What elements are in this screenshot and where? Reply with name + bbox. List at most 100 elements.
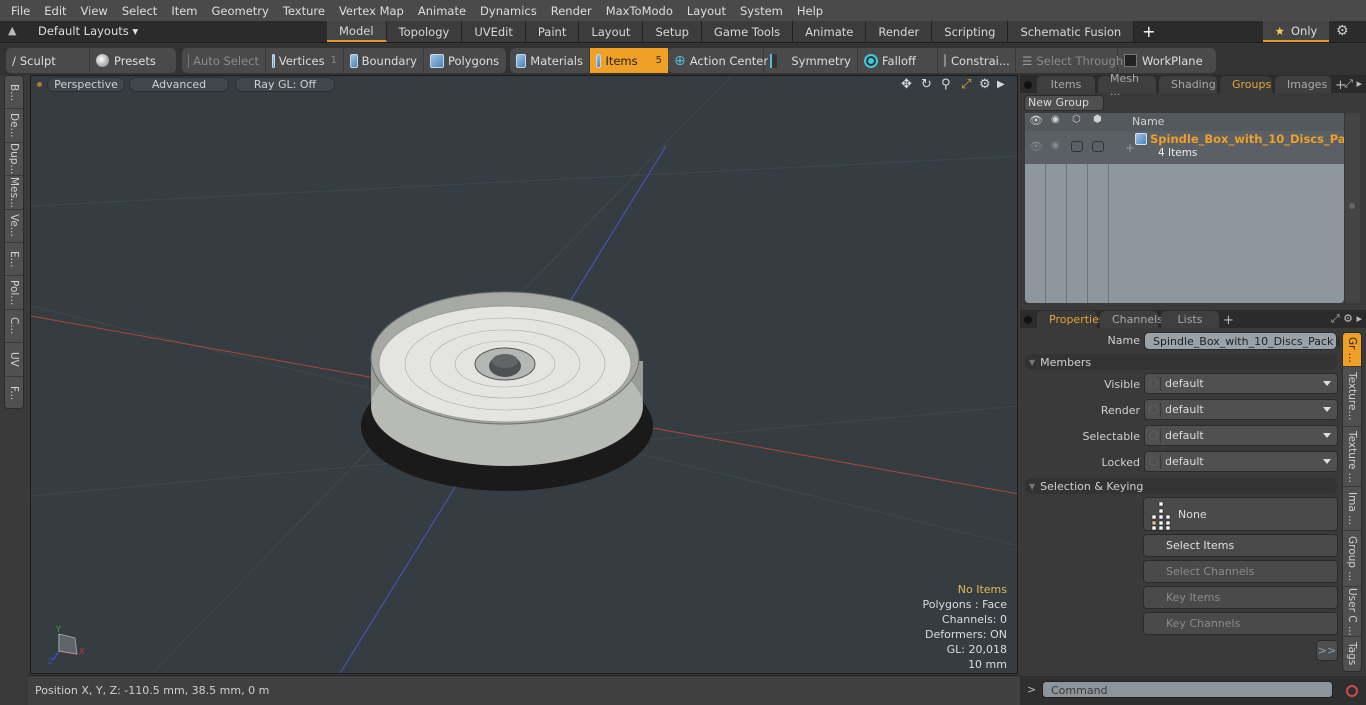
viewport-menu-dot-icon[interactable]	[37, 82, 42, 87]
visibility-eye-icon[interactable]: 👁	[1029, 114, 1043, 127]
left-tab-mesh-edit[interactable]: Mes...	[5, 176, 23, 210]
panel-menu-dot-icon[interactable]	[1024, 81, 1032, 89]
menu-select[interactable]: Select	[115, 4, 164, 18]
side-tab-texture-1[interactable]: Texture...	[1343, 367, 1361, 427]
zoom-view-icon[interactable]: ⚲	[941, 77, 951, 92]
maximize-view-icon[interactable]: ⤢	[961, 77, 971, 92]
tab-layout[interactable]: Layout	[579, 21, 644, 42]
3d-viewport[interactable]: Y X Z Perspective Advanced Ray GL: Off ✥…	[30, 75, 1018, 674]
tab-schematic-fusion[interactable]: Schematic Fusion	[1008, 21, 1135, 42]
menu-render[interactable]: Render	[544, 4, 599, 18]
shading-mode-button[interactable]: Advanced	[129, 77, 229, 92]
side-tab-user-channels[interactable]: User C ...	[1343, 587, 1361, 637]
selection-set-none-button[interactable]: None	[1143, 497, 1338, 531]
row-render-icon[interactable]: ◉	[1051, 140, 1060, 151]
layout-select[interactable]: Default Layouts ▾	[38, 24, 138, 38]
menu-view[interactable]: View	[74, 4, 115, 18]
left-tab-uv[interactable]: UV	[5, 343, 23, 377]
tab-images[interactable]: Images	[1275, 76, 1331, 93]
rotate-view-icon[interactable]: ↻	[921, 77, 932, 92]
menu-layout[interactable]: Layout	[680, 4, 733, 18]
group-name[interactable]: Spindle_Box_with_10_Discs_Pa ...	[1150, 132, 1344, 146]
selection-keying-section[interactable]: ▼ Selection & Keying	[1025, 478, 1337, 494]
gear-icon[interactable]: ⚙	[1336, 23, 1349, 39]
tab-animate[interactable]: Animate	[793, 21, 867, 42]
left-tab-polygon[interactable]: Pol...	[5, 276, 23, 310]
select-through-button[interactable]: ☰ Select Through	[1016, 48, 1123, 73]
workplane-button[interactable]: WorkPlane	[1118, 48, 1216, 73]
tab-render[interactable]: Render	[866, 21, 933, 42]
menu-texture[interactable]: Texture	[276, 4, 332, 18]
visible-select[interactable]: default	[1144, 373, 1338, 394]
constraints-button[interactable]: Constrai...	[938, 48, 1016, 73]
only-button[interactable]: ★ Only	[1263, 21, 1329, 42]
left-tab-basic[interactable]: B...	[5, 76, 23, 110]
tab-shading[interactable]: Shading	[1159, 76, 1217, 93]
command-input[interactable]: Command	[1042, 681, 1333, 698]
side-tab-group-2[interactable]: Group ...	[1343, 531, 1361, 587]
menu-file[interactable]: File	[4, 4, 37, 18]
lock-cube-icon[interactable]: ⬡	[1072, 114, 1081, 125]
falloff-button[interactable]: Falloff	[858, 48, 938, 73]
panel-menu-dot-icon[interactable]	[1024, 316, 1032, 324]
select-channels-button[interactable]: Select Channels	[1143, 560, 1338, 583]
key-items-button[interactable]: Key Items	[1143, 586, 1338, 609]
add-tab-plus-icon[interactable]: +	[1223, 313, 1234, 328]
menu-animate[interactable]: Animate	[411, 4, 473, 18]
locked-select[interactable]: default	[1144, 451, 1338, 472]
add-tab-plus-icon[interactable]: +	[1134, 21, 1163, 42]
menu-system[interactable]: System	[733, 4, 790, 18]
menu-maxtomodo[interactable]: MaxToModo	[599, 4, 680, 18]
side-tab-texture-2[interactable]: Texture ...	[1343, 427, 1361, 487]
tab-lists[interactable]: Lists	[1161, 311, 1219, 328]
select-items-button[interactable]: Select Items	[1143, 534, 1338, 557]
action-center-button[interactable]: ⊕ Action Center	[668, 48, 768, 73]
selectable-select[interactable]: default	[1144, 425, 1338, 446]
tab-uvedit[interactable]: UVEdit	[462, 21, 526, 42]
panel-expand-gear-icon[interactable]: ⤢ ⚙ ▸	[1331, 312, 1362, 326]
render-select[interactable]: default	[1144, 399, 1338, 420]
tab-items[interactable]: Items	[1037, 76, 1095, 93]
left-tab-edge[interactable]: E...	[5, 243, 23, 277]
tab-scripting[interactable]: Scripting	[932, 21, 1009, 42]
tab-properties[interactable]: Properties	[1037, 311, 1105, 328]
raygl-button[interactable]: Ray GL: Off	[235, 77, 335, 92]
side-tab-tags[interactable]: Tags	[1343, 637, 1361, 671]
tab-mesh[interactable]: Mesh ...	[1098, 72, 1156, 98]
materials-button[interactable]: Materials	[510, 48, 590, 73]
vertices-button[interactable]: Vertices 1	[266, 48, 344, 73]
viewport-gear-icon[interactable]: ⚙	[979, 77, 991, 92]
menu-vertex-map[interactable]: Vertex Map	[332, 4, 411, 18]
menu-item[interactable]: Item	[164, 4, 204, 18]
presets-button[interactable]: Presets	[90, 48, 176, 73]
tab-paint[interactable]: Paint	[525, 21, 580, 42]
menu-dynamics[interactable]: Dynamics	[473, 4, 544, 18]
boundary-button[interactable]: Boundary	[344, 48, 424, 73]
row-select-checkbox[interactable]	[1092, 141, 1104, 152]
render-camera-icon[interactable]: ◉	[1051, 114, 1060, 125]
auto-select-button[interactable]: Auto Select	[182, 48, 266, 73]
groups-scrollbar[interactable]	[1345, 113, 1360, 303]
viewport-expand-arrow-icon[interactable]: ▶	[997, 79, 1005, 90]
left-tab-curve[interactable]: C...	[5, 310, 23, 344]
key-channels-button[interactable]: Key Channels	[1143, 612, 1338, 635]
left-tab-duplicate[interactable]: Dup...	[5, 143, 23, 177]
panel-expand-icon[interactable]: ⤢ ▸	[1344, 77, 1362, 91]
group-row[interactable]: 👁 ◉ + Spindle_Box_with_10_Discs_Pa ... 4…	[1025, 131, 1344, 164]
tab-game-tools[interactable]: Game Tools	[701, 21, 794, 42]
side-tab-group[interactable]: Gr ...	[1343, 333, 1361, 367]
select-cube-icon[interactable]: ⬢	[1093, 114, 1102, 125]
symmetry-button[interactable]: Symmetry	[764, 48, 858, 73]
members-section[interactable]: ▼ Members	[1025, 354, 1337, 370]
tab-groups[interactable]: Groups	[1220, 76, 1272, 93]
menu-geometry[interactable]: Geometry	[205, 4, 276, 18]
left-tab-vertex[interactable]: Ve...	[5, 210, 23, 243]
menu-edit[interactable]: Edit	[37, 4, 73, 18]
expand-plus-icon[interactable]: +	[1125, 141, 1135, 155]
left-tab-fusion[interactable]: F...	[5, 377, 23, 410]
row-lock-checkbox[interactable]	[1071, 141, 1083, 152]
move-view-icon[interactable]: ✥	[901, 77, 912, 92]
sculpt-button[interactable]: ∕ Sculpt	[6, 48, 90, 73]
name-column-header[interactable]: Name	[1132, 115, 1164, 128]
menu-help[interactable]: Help	[790, 4, 830, 18]
